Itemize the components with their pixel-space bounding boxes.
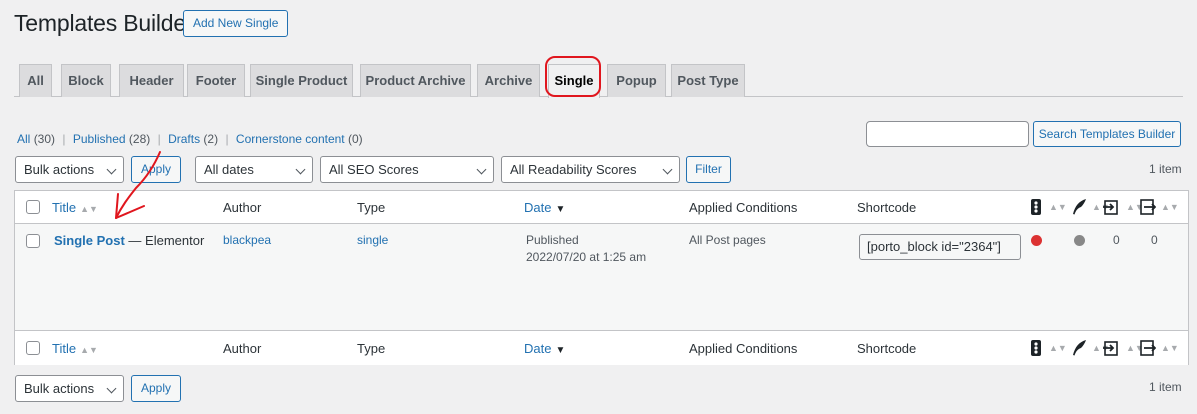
quill-icon[interactable]: [1070, 198, 1088, 216]
table-footer-row: Title ▲▼ Author Type Date ▼ Applied Condit…: [15, 330, 1188, 365]
row-date-value: 2022/07/20 at 1:25 am: [526, 250, 647, 264]
column-shortcode-header: Shortcode: [857, 200, 917, 215]
row-checkbox[interactable]: [26, 234, 40, 248]
search-button[interactable]: Search Templates Builder: [1033, 121, 1181, 147]
row-incoming-links-count: 0: [1151, 233, 1158, 247]
tab-single-product[interactable]: Single Product: [250, 64, 353, 97]
tab-footer[interactable]: Footer: [187, 64, 245, 97]
incoming-links-icon[interactable]: [1138, 339, 1156, 357]
sort-arrows-icon: ▲▼: [80, 204, 98, 214]
search-input[interactable]: [866, 121, 1029, 147]
quill-icon[interactable]: [1070, 339, 1088, 357]
bulk-actions-value: Bulk actions: [24, 162, 95, 177]
sort-down-icon: ▼: [555, 345, 566, 356]
column-title-label: Title: [52, 341, 77, 356]
bulk-actions-select[interactable]: Bulk actions: [15, 156, 124, 183]
items-count-top: 1 item: [1149, 162, 1182, 176]
column-date-label: Date: [524, 200, 552, 215]
seo-scores-value: All SEO Scores: [329, 162, 419, 177]
table-header-row: Title ▲▼ Author Type Date ▼ Applied Condit…: [15, 191, 1188, 224]
apply-button[interactable]: Apply: [131, 156, 181, 183]
column-conditions-header: Applied Conditions: [689, 200, 798, 215]
row-outgoing-links-count: 0: [1113, 233, 1120, 247]
row-author-link[interactable]: blackpea: [223, 233, 271, 247]
column-date-footer[interactable]: Date ▼: [524, 341, 565, 356]
tab-post-type[interactable]: Post Type: [671, 64, 745, 97]
bulk-actions-value: Bulk actions: [24, 381, 95, 396]
row-title-suffix: — Elementor: [128, 233, 205, 248]
readability-scores-select[interactable]: All Readability Scores: [501, 156, 680, 183]
chevron-down-icon: [295, 164, 306, 175]
row-type-link[interactable]: single: [357, 233, 388, 247]
items-count-bottom: 1 item: [1149, 380, 1182, 394]
column-title-header[interactable]: Title ▲▼: [52, 200, 98, 215]
tab-popup[interactable]: Popup: [607, 64, 666, 97]
chevron-down-icon: [106, 383, 117, 394]
column-author-header: Author: [223, 200, 262, 215]
view-published-link[interactable]: Published: [73, 132, 126, 146]
chevron-down-icon: [106, 164, 117, 175]
column-date-label: Date: [524, 341, 552, 356]
post-status-views: All (30) | Published (28) | Drafts (2) |…: [17, 132, 363, 146]
column-title-label: Title: [52, 200, 77, 215]
column-title-footer[interactable]: Title ▲▼: [52, 341, 98, 356]
view-separator: |: [157, 132, 161, 146]
row-date-status: Published: [526, 233, 579, 247]
incoming-links-icon[interactable]: [1138, 198, 1156, 216]
add-new-single-button[interactable]: Add New Single: [183, 10, 289, 37]
view-separator: |: [62, 132, 66, 146]
seo-score-dot: [1031, 235, 1042, 246]
tab-header[interactable]: Header: [119, 64, 184, 97]
view-published-count: (28): [128, 132, 151, 146]
column-type-header: Type: [357, 200, 386, 215]
row-shortcode-field[interactable]: [porto_block id="2364"]: [859, 234, 1021, 260]
dates-value: All dates: [204, 162, 254, 177]
column-date-header[interactable]: Date ▼: [524, 200, 565, 215]
row-title-link[interactable]: Single Post: [54, 233, 125, 248]
traffic-light-icon[interactable]: [1027, 339, 1045, 357]
select-all-checkbox-bottom[interactable]: [26, 341, 40, 355]
column-shortcode-footer: Shortcode: [857, 341, 917, 356]
sort-arrows-icon: ▲▼: [1161, 343, 1179, 353]
outgoing-links-icon[interactable]: [1102, 198, 1120, 216]
sort-arrows-icon: ▲▼: [1161, 202, 1179, 212]
column-type-footer: Type: [357, 341, 386, 356]
view-all-link[interactable]: All: [17, 132, 30, 146]
sort-arrows-icon: ▲▼: [1049, 202, 1067, 212]
sort-arrows-icon: ▲▼: [1049, 343, 1067, 353]
view-all-count: (30): [33, 132, 56, 146]
row-title-cell: Single Post — Elementor: [54, 233, 204, 248]
tab-block[interactable]: Block: [61, 64, 111, 97]
column-author-footer: Author: [223, 341, 262, 356]
bulk-actions-select-bottom[interactable]: Bulk actions: [15, 375, 124, 402]
tab-product-archive[interactable]: Product Archive: [360, 64, 471, 97]
tab-single[interactable]: Single: [548, 64, 600, 98]
traffic-light-icon[interactable]: [1027, 198, 1045, 216]
view-drafts-link[interactable]: Drafts: [168, 132, 200, 146]
tab-all[interactable]: All: [19, 64, 52, 97]
readability-scores-value: All Readability Scores: [510, 162, 637, 177]
dates-select[interactable]: All dates: [195, 156, 313, 183]
seo-scores-select[interactable]: All SEO Scores: [320, 156, 494, 183]
page-title: Templates Builder: [14, 10, 194, 36]
row-conditions: All Post pages: [689, 233, 766, 247]
outgoing-links-icon[interactable]: [1102, 339, 1120, 357]
templates-table: Title ▲▼ Author Type Date ▼ Applied Condit…: [14, 190, 1189, 365]
apply-button-bottom[interactable]: Apply: [131, 375, 181, 402]
view-drafts-count: (2): [203, 132, 219, 146]
view-separator: |: [225, 132, 229, 146]
chevron-down-icon: [476, 164, 487, 175]
select-all-checkbox[interactable]: [26, 200, 40, 214]
tab-archive[interactable]: Archive: [477, 64, 540, 97]
template-type-tabs: All Block Header Footer Single Product P…: [14, 64, 1183, 98]
readability-score-dot: [1074, 235, 1085, 246]
chevron-down-icon: [662, 164, 673, 175]
table-row: Single Post — Elementor blackpea single …: [15, 224, 1188, 330]
filter-button[interactable]: Filter: [686, 156, 731, 183]
column-conditions-footer: Applied Conditions: [689, 341, 798, 356]
sort-arrows-icon: ▲▼: [80, 345, 98, 355]
view-cornerstone-link[interactable]: Cornerstone content: [236, 132, 345, 146]
sort-down-icon: ▼: [555, 204, 566, 215]
view-cornerstone-count: (0): [347, 132, 363, 146]
